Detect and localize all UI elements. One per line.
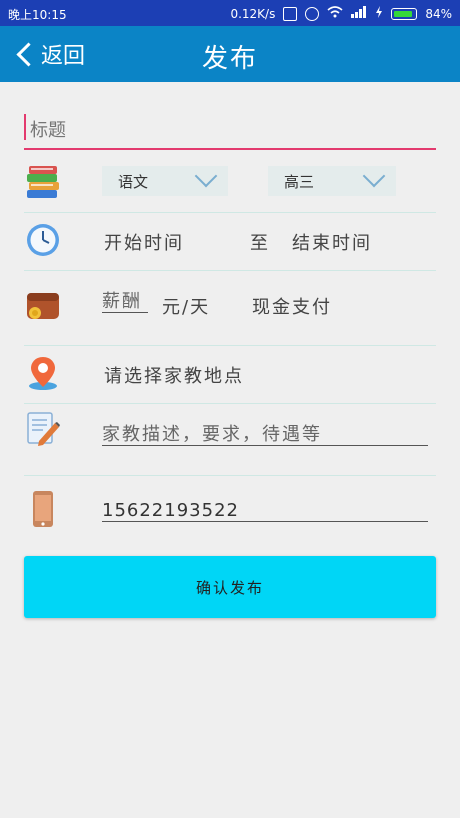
alarm-icon: [305, 6, 320, 21]
description-input[interactable]: [102, 424, 428, 445]
status-bar: 晚上10:15 0.12K/s 84%: [0, 0, 460, 26]
title-input[interactable]: [28, 112, 432, 148]
page-title: 发布: [201, 44, 258, 74]
location-row: 请选择家教地点: [24, 346, 436, 404]
phone-icon: [24, 490, 62, 528]
subject-select-value: 语文: [118, 172, 149, 191]
description-input-container: [102, 424, 428, 446]
subject-grade-row: 语文 高三: [24, 160, 436, 213]
network-speed: 0.12K/s: [230, 6, 276, 21]
grade-select-value: 高三: [284, 172, 315, 191]
location-pin-icon: [24, 354, 62, 392]
status-indicators: 0.12K/s 84%: [230, 6, 452, 21]
payment-method[interactable]: 现金支付: [252, 293, 332, 319]
status-time: 晚上10:15: [8, 8, 67, 22]
signal-icon: [351, 6, 367, 21]
text-caret: [24, 114, 26, 140]
chevron-down-icon: [194, 164, 218, 188]
mute-icon: [283, 6, 298, 21]
battery-level: 84%: [425, 6, 452, 21]
confirm-publish-label: 确认发布: [195, 578, 264, 597]
wifi-icon: [327, 6, 343, 21]
phone-row: [24, 476, 436, 532]
subject-select[interactable]: 语文: [102, 164, 228, 196]
location-picker[interactable]: 请选择家教地点: [104, 362, 244, 388]
charging-icon: [375, 6, 383, 21]
title-field-container: [24, 112, 436, 150]
salary-input[interactable]: [102, 291, 148, 312]
time-row: 开始时间 至 结束时间: [24, 213, 436, 271]
end-time-picker[interactable]: 结束时间: [292, 229, 372, 255]
books-icon: [24, 164, 62, 202]
confirm-publish-button[interactable]: 确认发布: [24, 556, 436, 618]
edit-document-icon: [24, 410, 62, 448]
salary-row: 元/天 现金支付: [24, 271, 436, 346]
start-time-picker[interactable]: 开始时间: [104, 229, 184, 255]
grade-select[interactable]: 高三: [268, 164, 396, 196]
chevron-down-icon: [362, 164, 386, 188]
description-row: [24, 404, 436, 476]
app-bar: 返回 发布: [0, 26, 460, 82]
battery-icon: [391, 7, 418, 20]
salary-unit: 元/天: [162, 297, 211, 318]
phone-input[interactable]: [102, 500, 428, 521]
salary-input-container: [102, 291, 148, 313]
wallet-icon: [24, 287, 62, 325]
phone-input-container: [102, 500, 428, 522]
clock-icon: [24, 221, 62, 259]
to-label: 至: [250, 233, 270, 254]
